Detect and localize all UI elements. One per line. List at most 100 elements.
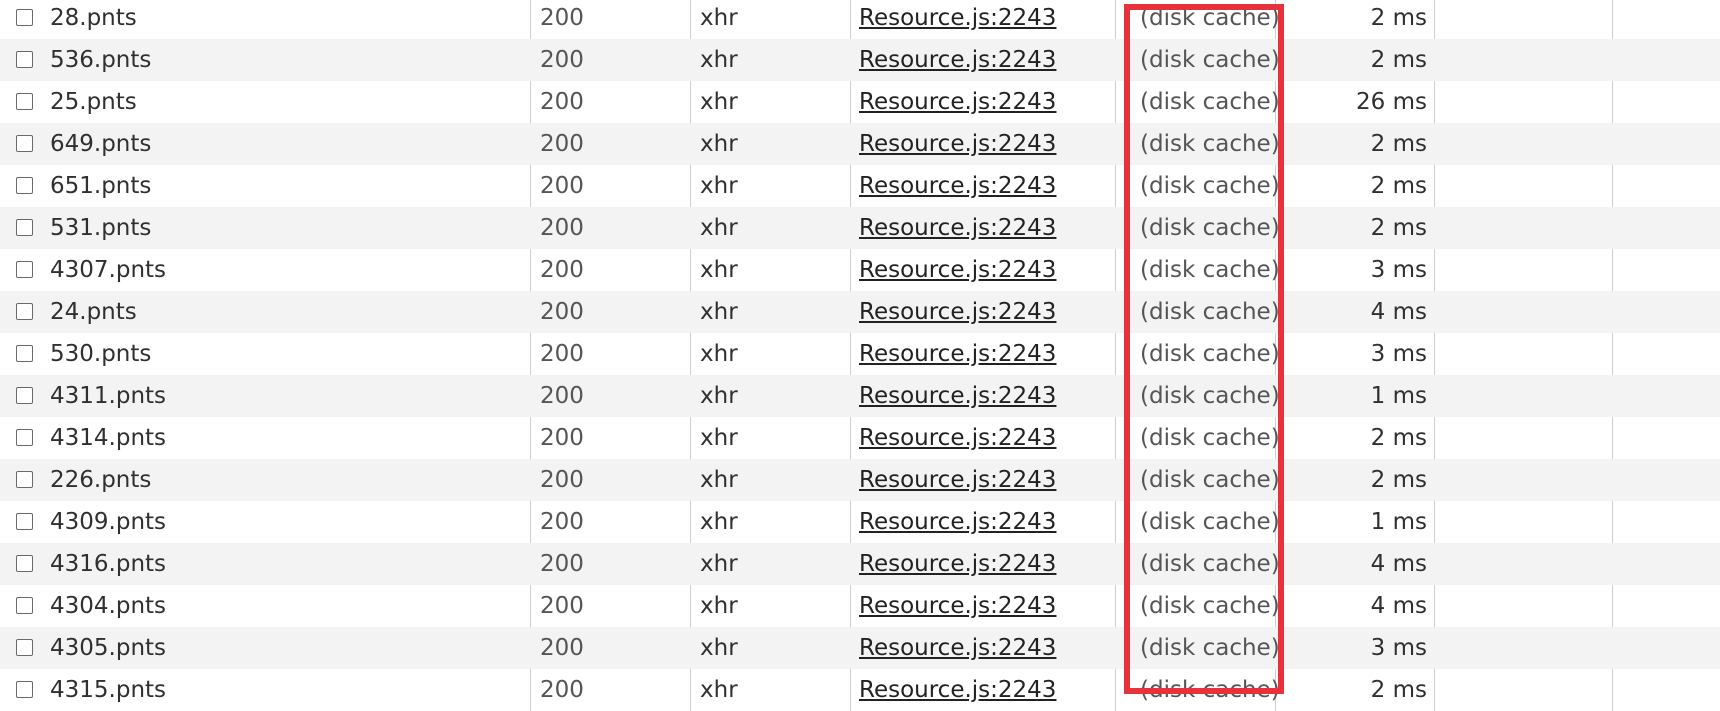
- checkbox-icon[interactable]: [16, 303, 33, 320]
- table-row[interactable]: 4304.pnts 200 xhr Resource.js:2243 (disk cac…: [0, 585, 1720, 627]
- checkbox-icon[interactable]: [16, 135, 33, 152]
- table-row[interactable]: 651.pnts 200 xhr Resource.js:2243 (disk cach…: [0, 165, 1720, 207]
- request-status: 200: [540, 299, 584, 325]
- request-status: 200: [540, 635, 584, 661]
- checkbox-icon[interactable]: [16, 9, 33, 26]
- table-row[interactable]: 4305.pnts 200 xhr Resource.js:2243 (disk cac…: [0, 627, 1720, 669]
- checkbox-icon[interactable]: [16, 513, 33, 530]
- request-initiator-link[interactable]: Resource.js:2243: [859, 501, 1056, 543]
- request-status: 200: [540, 173, 584, 199]
- row-select-checkbox[interactable]: [16, 0, 36, 39]
- checkbox-icon[interactable]: [16, 639, 33, 656]
- table-row[interactable]: 531.pnts 200 xhr Resource.js:2243 (disk cach…: [0, 207, 1720, 249]
- table-row[interactable]: 4314.pnts 200 xhr Resource.js:2243 (disk cac…: [0, 417, 1720, 459]
- request-type: xhr: [700, 173, 738, 199]
- request-initiator-link[interactable]: Resource.js:2243: [859, 207, 1056, 249]
- table-row[interactable]: 4316.pnts 200 xhr Resource.js:2243 (disk cac…: [0, 543, 1720, 585]
- table-row[interactable]: 226.pnts 200 xhr Resource.js:2243 (disk cach…: [0, 459, 1720, 501]
- row-select-checkbox[interactable]: [16, 459, 36, 501]
- request-name[interactable]: 4314.pnts: [50, 417, 166, 459]
- request-name[interactable]: 28.pnts: [50, 0, 137, 39]
- request-name[interactable]: 25.pnts: [50, 81, 137, 123]
- request-initiator-link[interactable]: Resource.js:2243: [859, 81, 1056, 123]
- row-select-checkbox[interactable]: [16, 543, 36, 585]
- request-time: 2 ms: [1370, 215, 1427, 241]
- row-select-checkbox[interactable]: [16, 81, 36, 123]
- checkbox-icon[interactable]: [16, 387, 33, 404]
- request-initiator-link[interactable]: Resource.js:2243: [859, 291, 1056, 333]
- request-time: 4 ms: [1370, 551, 1427, 577]
- request-initiator-link[interactable]: Resource.js:2243: [859, 543, 1056, 585]
- row-select-checkbox[interactable]: [16, 585, 36, 627]
- checkbox-icon[interactable]: [16, 345, 33, 362]
- request-name[interactable]: 4305.pnts: [50, 627, 166, 669]
- row-select-checkbox[interactable]: [16, 207, 36, 249]
- request-status: 200: [540, 89, 584, 115]
- request-name[interactable]: 536.pnts: [50, 39, 151, 81]
- checkbox-icon[interactable]: [16, 261, 33, 278]
- request-name[interactable]: 531.pnts: [50, 207, 151, 249]
- checkbox-icon[interactable]: [16, 597, 33, 614]
- request-name[interactable]: 4316.pnts: [50, 543, 166, 585]
- checkbox-icon[interactable]: [16, 51, 33, 68]
- row-select-checkbox[interactable]: [16, 249, 36, 291]
- checkbox-icon[interactable]: [16, 681, 33, 698]
- checkbox-icon[interactable]: [16, 429, 33, 446]
- request-time: 1 ms: [1370, 383, 1427, 409]
- request-initiator-link[interactable]: Resource.js:2243: [859, 0, 1056, 39]
- checkbox-icon[interactable]: [16, 555, 33, 572]
- request-name[interactable]: 4307.pnts: [50, 249, 166, 291]
- request-name[interactable]: 651.pnts: [50, 165, 151, 207]
- request-status: 200: [540, 509, 584, 535]
- request-type: xhr: [700, 677, 738, 703]
- request-name[interactable]: 530.pnts: [50, 333, 151, 375]
- request-name[interactable]: 226.pnts: [50, 459, 151, 501]
- request-name[interactable]: 24.pnts: [50, 291, 137, 333]
- checkbox-icon[interactable]: [16, 219, 33, 236]
- table-row[interactable]: 530.pnts 200 xhr Resource.js:2243 (disk cach…: [0, 333, 1720, 375]
- table-row[interactable]: 4311.pnts 200 xhr Resource.js:2243 (disk cac…: [0, 375, 1720, 417]
- row-select-checkbox[interactable]: [16, 501, 36, 543]
- row-select-checkbox[interactable]: [16, 669, 36, 711]
- table-row[interactable]: 4309.pnts 200 xhr Resource.js:2243 (disk cac…: [0, 501, 1720, 543]
- row-select-checkbox[interactable]: [16, 291, 36, 333]
- table-row[interactable]: 28.pnts 200 xhr Resource.js:2243 (disk cache…: [0, 0, 1720, 39]
- request-name[interactable]: 4311.pnts: [50, 375, 166, 417]
- request-initiator-link[interactable]: Resource.js:2243: [859, 333, 1056, 375]
- request-time: 2 ms: [1370, 173, 1427, 199]
- request-name[interactable]: 4309.pnts: [50, 501, 166, 543]
- request-initiator-link[interactable]: Resource.js:2243: [859, 669, 1056, 711]
- table-row[interactable]: 25.pnts 200 xhr Resource.js:2243 (disk cache…: [0, 81, 1720, 123]
- request-initiator-link[interactable]: Resource.js:2243: [859, 459, 1056, 501]
- request-name[interactable]: 649.pnts: [50, 123, 151, 165]
- row-select-checkbox[interactable]: [16, 417, 36, 459]
- request-initiator-link[interactable]: Resource.js:2243: [859, 585, 1056, 627]
- request-initiator-link[interactable]: Resource.js:2243: [859, 165, 1056, 207]
- checkbox-icon[interactable]: [16, 177, 33, 194]
- request-time: 1 ms: [1370, 509, 1427, 535]
- request-name[interactable]: 4315.pnts: [50, 669, 166, 711]
- table-row[interactable]: 536.pnts 200 xhr Resource.js:2243 (disk cach…: [0, 39, 1720, 81]
- request-name[interactable]: 4304.pnts: [50, 585, 166, 627]
- row-select-checkbox[interactable]: [16, 627, 36, 669]
- request-initiator-link[interactable]: Resource.js:2243: [859, 627, 1056, 669]
- request-status: 200: [540, 467, 584, 493]
- row-select-checkbox[interactable]: [16, 39, 36, 81]
- checkbox-icon[interactable]: [16, 93, 33, 110]
- table-row[interactable]: 4315.pnts 200 xhr Resource.js:2243 (disk cac…: [0, 669, 1720, 711]
- row-select-checkbox[interactable]: [16, 375, 36, 417]
- request-initiator-link[interactable]: Resource.js:2243: [859, 249, 1056, 291]
- request-initiator-link[interactable]: Resource.js:2243: [859, 39, 1056, 81]
- table-row[interactable]: 24.pnts 200 xhr Resource.js:2243 (disk cache…: [0, 291, 1720, 333]
- request-initiator-link[interactable]: Resource.js:2243: [859, 375, 1056, 417]
- request-initiator-link[interactable]: Resource.js:2243: [859, 417, 1056, 459]
- request-status: 200: [540, 593, 584, 619]
- row-select-checkbox[interactable]: [16, 123, 36, 165]
- network-request-table: 28.pnts 200 xhr Resource.js:2243 (disk cache…: [0, 0, 1720, 711]
- row-select-checkbox[interactable]: [16, 165, 36, 207]
- table-row[interactable]: 649.pnts 200 xhr Resource.js:2243 (disk cach…: [0, 123, 1720, 165]
- row-select-checkbox[interactable]: [16, 333, 36, 375]
- table-row[interactable]: 4307.pnts 200 xhr Resource.js:2243 (disk cac…: [0, 249, 1720, 291]
- checkbox-icon[interactable]: [16, 471, 33, 488]
- request-initiator-link[interactable]: Resource.js:2243: [859, 123, 1056, 165]
